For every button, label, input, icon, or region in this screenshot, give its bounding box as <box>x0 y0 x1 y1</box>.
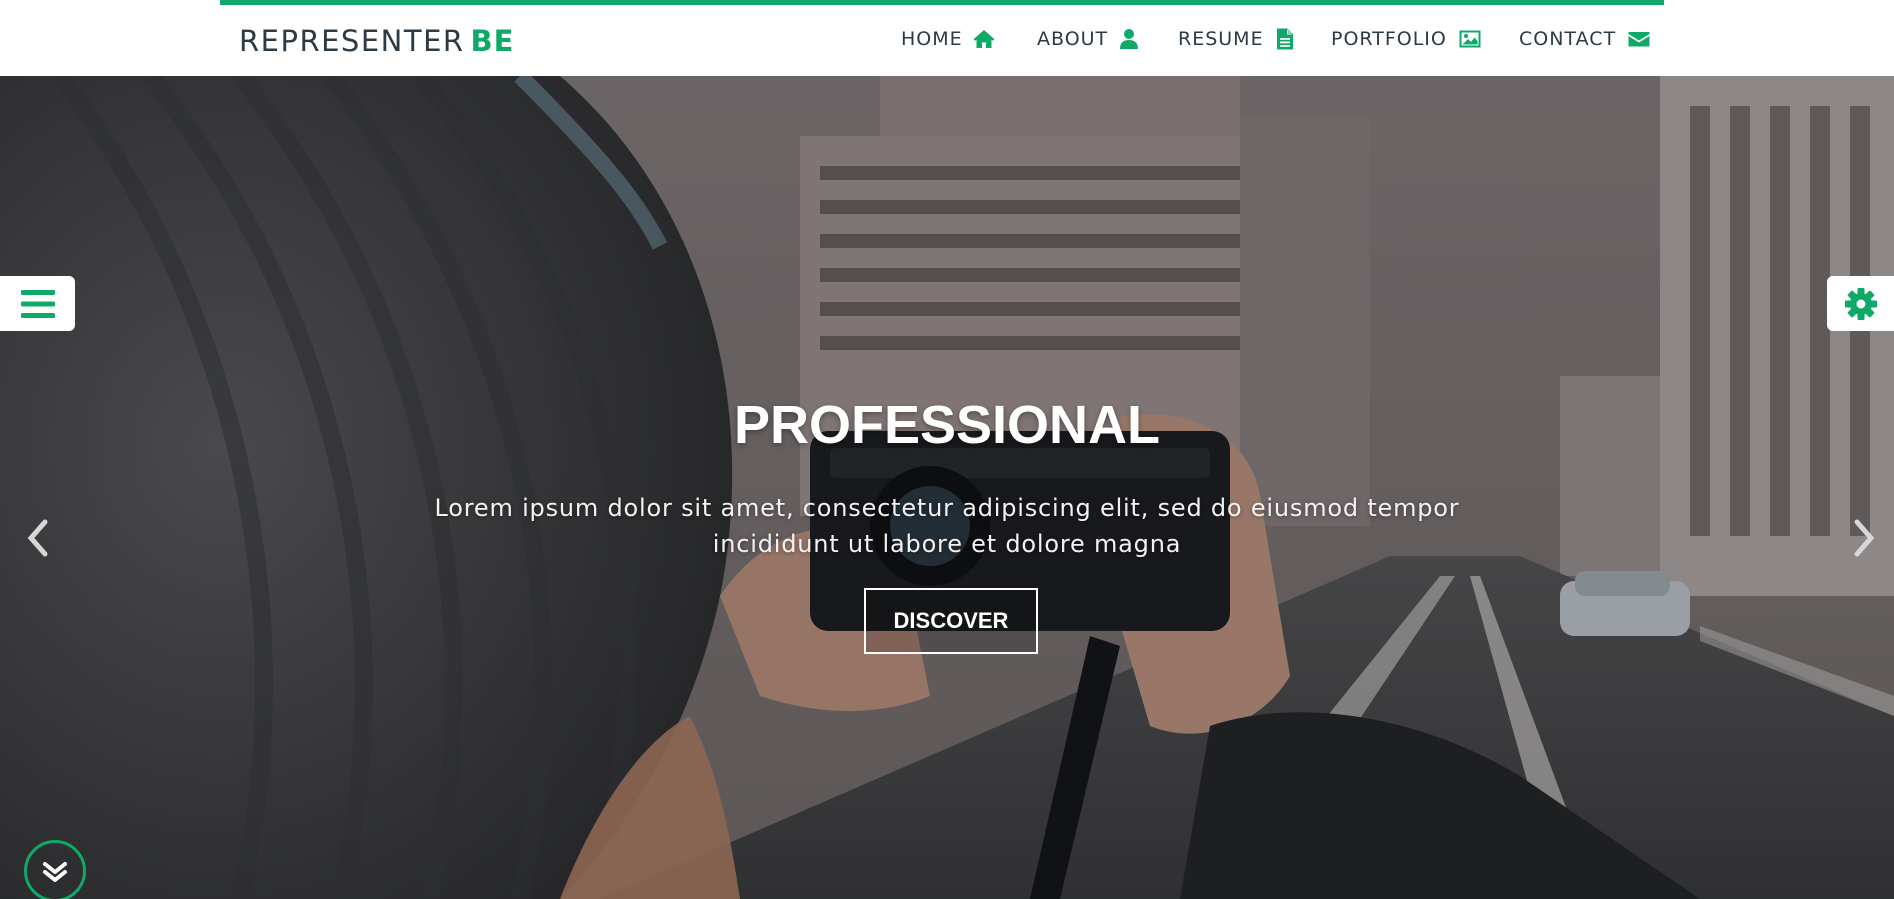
hamburger-menu-icon <box>20 289 55 318</box>
carousel-prev-button[interactable] <box>18 516 58 560</box>
nav-item-about[interactable]: ABOUT <box>1037 24 1141 54</box>
hero-description: Lorem ipsum dolor sit amet, consectetur … <box>434 494 1460 558</box>
nav-item-label: ABOUT <box>1037 28 1109 50</box>
logo-name: REPRESENTER <box>239 24 465 58</box>
header-accent-bar <box>220 0 1664 5</box>
nav-item-label: CONTACT <box>1519 28 1617 50</box>
gear-icon <box>1844 287 1877 320</box>
double-chevron-down-icon <box>43 862 67 882</box>
nav-item-label: PORTFOLIO <box>1331 28 1447 50</box>
hero-section: PROFESSIONAL Lorem ipsum dolor sit amet,… <box>0 76 1894 899</box>
settings-toggle-button[interactable] <box>1827 276 1894 331</box>
discover-button[interactable]: DISCOVER <box>864 588 1038 654</box>
site-logo[interactable]: REPRESENTER BE <box>239 24 514 58</box>
image-icon <box>1459 30 1481 48</box>
menu-toggle-button[interactable] <box>0 276 75 331</box>
nav-item-contact[interactable]: CONTACT <box>1519 24 1653 54</box>
user-icon <box>1120 29 1139 49</box>
envelope-icon <box>1628 32 1650 47</box>
hero-content: PROFESSIONAL Lorem ipsum dolor sit amet,… <box>0 76 1894 899</box>
nav-item-label: HOME <box>901 28 963 50</box>
chevron-left-icon <box>27 519 48 557</box>
nav-item-resume[interactable]: RESUME <box>1178 24 1297 54</box>
site-header: REPRESENTER BE HOME ABOUT RESUME PORTFOLI… <box>0 0 1894 76</box>
nav-item-portfolio[interactable]: PORTFOLIO <box>1331 24 1484 54</box>
carousel-next-button[interactable] <box>1844 516 1884 560</box>
home-icon <box>973 30 995 48</box>
nav-item-home[interactable]: HOME <box>901 24 996 54</box>
nav-item-label: RESUME <box>1178 28 1264 50</box>
chevron-right-icon <box>1854 519 1875 557</box>
hero-title: PROFESSIONAL <box>733 395 1161 455</box>
logo-accent: BE <box>470 24 515 58</box>
scroll-down-button[interactable] <box>24 840 86 899</box>
document-icon <box>1276 28 1293 50</box>
